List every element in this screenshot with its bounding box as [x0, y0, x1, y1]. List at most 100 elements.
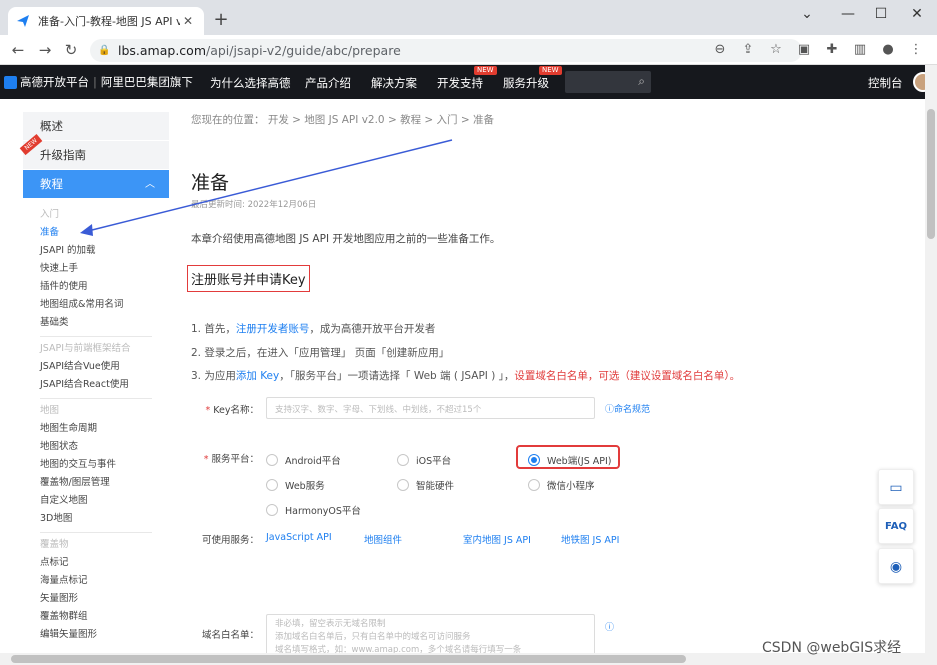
- sidebar-group-map: 地图: [40, 405, 60, 416]
- service-link[interactable]: 室内地图 JS API: [463, 532, 531, 546]
- radio-ios[interactable]: iOS平台: [397, 453, 451, 467]
- vertical-scrollbar[interactable]: [925, 65, 937, 665]
- service-link[interactable]: 地铁图 JS API: [561, 532, 619, 546]
- float-support-button[interactable]: ◉: [878, 548, 914, 584]
- radio-web-service[interactable]: Web服务: [266, 478, 325, 492]
- bookmark-star-icon[interactable]: ☆: [765, 39, 787, 61]
- service-link[interactable]: JavaScript API: [266, 532, 332, 543]
- naming-rule-link[interactable]: ⓘ命名规范: [605, 402, 650, 415]
- sidebar-group-frameworks: JSAPI与前端框架结合: [40, 343, 131, 354]
- extensions-puzzle-icon[interactable]: ✚: [821, 39, 843, 61]
- float-monitor-button[interactable]: ▭: [878, 469, 914, 505]
- nav-item-service-upgrade[interactable]: 服务升级: [503, 75, 549, 91]
- close-window-icon[interactable]: ✕: [902, 4, 932, 24]
- float-faq-button[interactable]: FAQ: [878, 508, 914, 544]
- site-top-nav: 高德开放平台 | 阿里巴巴集团旗下 为什么选择高德 产品介绍 解决方案 开发支持…: [0, 65, 937, 99]
- services-label: 可使用服务：: [201, 535, 259, 546]
- zoom-icon[interactable]: ⊖: [709, 39, 731, 61]
- breadcrumb[interactable]: 您现在的位置： 开发 > 地图 JS API v2.0 > 教程 > 入门 > …: [191, 112, 891, 128]
- nav-item-dev-support[interactable]: 开发支持: [437, 75, 483, 91]
- step-3: 3. 为应用添加 Key，「服务平台」一项请选择「 Web 端 ( JSAPI …: [191, 370, 741, 382]
- profile-icon[interactable]: ●: [877, 39, 899, 61]
- docs-sidebar: 概述 NEW 升级指南 教程 ︿ 入门 准备 JSAPI 的加载 快速上手 插件…: [19, 112, 169, 665]
- add-key-link[interactable]: 添加 Key: [236, 370, 279, 382]
- sidebar-link[interactable]: 插件的使用: [23, 278, 169, 296]
- sidebar-link[interactable]: 地图状态: [23, 438, 169, 456]
- browser-tab[interactable]: 准备-入门-教程-地图 JS API v2.0 ✕: [8, 7, 204, 35]
- console-link[interactable]: 控制台: [868, 75, 903, 91]
- share-icon[interactable]: ⇪: [737, 39, 759, 61]
- chevron-up-icon: ︿: [145, 179, 155, 190]
- page-title: 准备: [191, 172, 230, 194]
- sidebar-link[interactable]: 点标记: [23, 554, 169, 572]
- whitelist-note: 设置域名白名单，可选（建议设置域名白名单）。: [514, 370, 741, 382]
- sidebar-link[interactable]: JSAPI 的加载: [23, 242, 169, 260]
- radio-android[interactable]: Android平台: [266, 453, 341, 467]
- key-name-input[interactable]: 支持汉字、数字、字母、下划线、中划线，不超过15个: [266, 397, 595, 419]
- new-badge: NEW: [474, 66, 497, 75]
- help-icon: ⓘ: [605, 405, 615, 415]
- forward-icon[interactable]: →: [35, 41, 55, 59]
- browser-window: 准备-入门-教程-地图 JS API v2.0 ✕ + ⌄ — ☐ ✕ ← → …: [0, 0, 937, 665]
- sidebar-link[interactable]: 自定义地图: [23, 492, 169, 510]
- maximize-icon[interactable]: ☐: [866, 4, 896, 24]
- sidebar-item-upgrade[interactable]: NEW 升级指南: [19, 133, 169, 170]
- tab-search-chevron-icon[interactable]: ⌄: [792, 4, 822, 24]
- nav-search-input[interactable]: ⌕: [565, 71, 651, 93]
- logo-text: 高德开放平台: [20, 75, 89, 89]
- register-link[interactable]: 注册开发者账号: [236, 323, 310, 335]
- key-name-label: * Key名称：: [205, 405, 259, 416]
- sidebar-link-prepare[interactable]: 准备: [23, 224, 169, 242]
- sidebar-item-overview[interactable]: 概述: [23, 112, 169, 141]
- service-link[interactable]: 地图组件: [364, 532, 402, 546]
- extension-app-icon[interactable]: ▣: [793, 39, 815, 61]
- highlight-box: [516, 445, 620, 469]
- url-field[interactable]: 🔒 lbs.amap.com/api/jsapi-v2/guide/abc/pr…: [90, 39, 802, 62]
- lock-icon: 🔒: [98, 45, 111, 56]
- sidebar-link[interactable]: JSAPI结合Vue使用: [23, 358, 169, 376]
- sidebar-link[interactable]: 3D地图: [23, 510, 169, 528]
- sidebar-link[interactable]: 地图组成&常用名词: [23, 296, 169, 314]
- radio-wechat-miniprogram[interactable]: 微信小程序: [528, 478, 595, 492]
- site-logo[interactable]: 高德开放平台 | 阿里巴巴集团旗下: [4, 74, 193, 90]
- radio-smart-hardware[interactable]: 智能硬件: [397, 478, 454, 492]
- sidebar-group-intro: 入门: [40, 209, 60, 220]
- sidebar-item-label: 升级指南: [40, 148, 86, 162]
- monitor-icon: ▭: [889, 480, 903, 496]
- amap-favicon-icon: [17, 15, 29, 27]
- sidebar-link[interactable]: JSAPI结合React使用: [23, 376, 169, 394]
- page-viewport: 高德开放平台 | 阿里巴巴集团旗下 为什么选择高德 产品介绍 解决方案 开发支持…: [0, 65, 937, 665]
- nav-item-solutions[interactable]: 解决方案: [371, 75, 417, 91]
- sidebar-link[interactable]: 基础类: [23, 314, 169, 332]
- menu-kebab-icon[interactable]: ⋮: [905, 39, 927, 61]
- sidebar-link[interactable]: 覆盖物/图层管理: [23, 474, 169, 492]
- sidebar-item-label: 教程: [40, 177, 63, 191]
- url-host: lbs.amap.com: [118, 43, 206, 58]
- sidebar-link[interactable]: 地图生命周期: [23, 420, 169, 438]
- nav-item-products[interactable]: 产品介绍: [305, 75, 351, 91]
- sidebar-link[interactable]: 矢量图形: [23, 590, 169, 608]
- faq-icon: FAQ: [885, 521, 907, 532]
- side-panel-icon[interactable]: ▥: [849, 39, 871, 61]
- watermark: CSDN @webGIS求经: [762, 640, 902, 656]
- support-icon: ◉: [889, 559, 903, 575]
- sidebar-link[interactable]: 覆盖物群组: [23, 608, 169, 626]
- amap-logo-icon: [4, 75, 17, 89]
- domain-help-icon[interactable]: ⓘ: [605, 620, 614, 633]
- domain-whitelist-label: 域名白名单：: [201, 630, 259, 641]
- sidebar-link[interactable]: 海量点标记: [23, 572, 169, 590]
- radio-harmonyos[interactable]: HarmonyOS平台: [266, 503, 361, 517]
- intro-text: 本章介绍使用高德地图 JS API 开发地图应用之前的一些准备工作。: [191, 233, 501, 245]
- sidebar-link[interactable]: 地图的交互与事件: [23, 456, 169, 474]
- sidebar-link[interactable]: 编辑矢量图形: [23, 626, 169, 644]
- toolbar-icons: ⊖ ⇪ ☆ ▣ ✚ ▥ ● ⋮: [709, 39, 927, 61]
- reload-icon[interactable]: ↻: [61, 41, 81, 59]
- minimize-icon[interactable]: —: [833, 4, 863, 24]
- tab-close-icon[interactable]: ✕: [180, 14, 196, 28]
- back-icon[interactable]: ←: [8, 41, 28, 59]
- nav-item-why[interactable]: 为什么选择高德: [210, 75, 291, 91]
- logo-subtext: 阿里巴巴集团旗下: [100, 75, 193, 89]
- sidebar-link[interactable]: 快速上手: [23, 260, 169, 278]
- new-tab-icon[interactable]: +: [210, 9, 232, 31]
- sidebar-item-tutorial[interactable]: 教程 ︿: [23, 170, 169, 199]
